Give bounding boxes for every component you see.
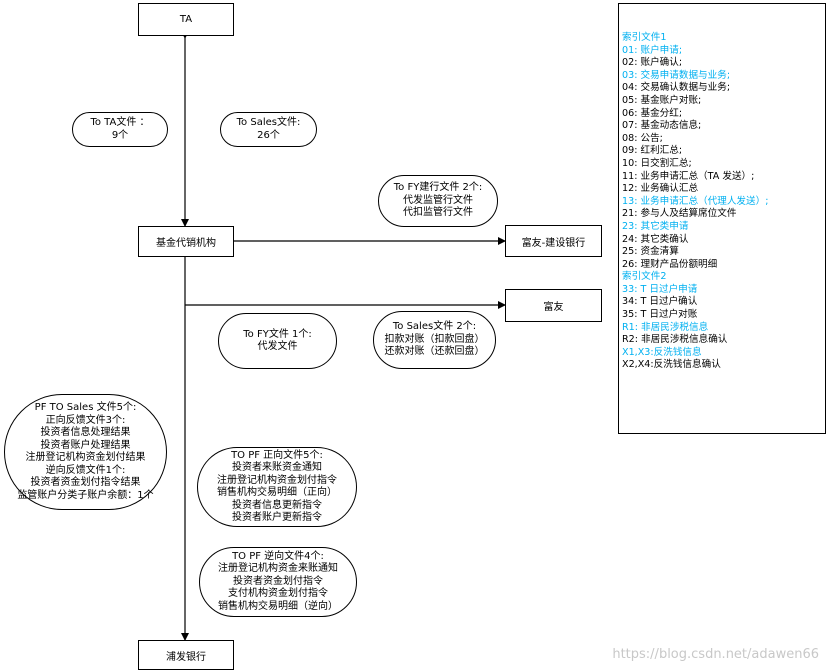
note-line: 26个 xyxy=(257,129,280,141)
note-line: 还款对账（还款回盘） xyxy=(384,346,485,358)
note-line: To Sales文件 2个: xyxy=(392,321,477,333)
index-line: 11: 业务申请汇总（TA 发送）; xyxy=(622,170,755,182)
index-line: X2,X4:反洗钱信息确认 xyxy=(622,359,721,371)
note-line: 投资者来账资金通知 xyxy=(232,462,322,473)
index-line: 21: 参与人及结算席位文件 xyxy=(622,208,737,220)
index-line: 08: 公告; xyxy=(622,132,663,144)
node-fuyou: 富友 xyxy=(505,289,602,322)
node-ta-label: TA xyxy=(179,14,193,25)
note-line: 代发监管行文件 xyxy=(403,194,473,206)
note-line: 扣款对账（扣款回盘） xyxy=(384,333,485,345)
index-line: R1: 非居民涉税信息 xyxy=(622,321,709,333)
note-line: 投资者账户处理结果 xyxy=(40,439,131,451)
node-fuyou-label: 富友 xyxy=(543,302,564,313)
index-line: 23: 其它类申请 xyxy=(622,220,689,232)
watermark: https://blog.csdn.net/adawen66 xyxy=(612,647,819,662)
note-line: 注册登记机构资金来账通知 xyxy=(218,563,338,575)
note-to-sales-from-fy: To Sales文件 2个: 扣款对账（扣款回盘） 还款对账（还款回盘） xyxy=(373,311,496,369)
note-pf-to-sales: PF TO Sales 文件5个: 正向反馈文件3个: 投资者信息处理结果 投资… xyxy=(4,394,167,510)
index-line: 10: 日交割汇总; xyxy=(622,157,692,169)
index-line: 12: 业务确认汇总 xyxy=(622,183,699,195)
note-line: To TA文件 ： xyxy=(90,117,150,128)
note-line: 投资者信息更新指令 xyxy=(232,499,322,511)
node-spdb-label: 浦发银行 xyxy=(166,651,206,663)
note-to-ta: To TA文件 ： 9个 xyxy=(72,112,168,147)
note-line: 销售机构交易明细（正向） xyxy=(217,487,337,498)
note-line: TO PF 正向文件5个: xyxy=(231,449,323,461)
note-to-sales-from-ta: To Sales文件: 26个 xyxy=(220,112,317,147)
note-line: To FY文件 1个: xyxy=(243,328,312,340)
node-fund-agency-label: 基金代销机构 xyxy=(156,238,216,249)
note-line: 销售机构交易明细（逆向） xyxy=(218,600,338,612)
index-line: 04: 交易确认数据与业务; xyxy=(622,82,731,94)
note-to-pf-forward: TO PF 正向文件5个: 投资者来账资金通知 注册登记机构资金划付指令 销售机… xyxy=(197,447,357,527)
note-line: 代扣监管行文件 xyxy=(403,207,473,219)
note-line: 投资者资金划付指令 xyxy=(233,575,323,587)
note-line: 注册登记机构资金划付结果 xyxy=(25,452,146,463)
note-line: 投资者账户更新指令 xyxy=(232,512,322,523)
index-line: 33: T 日过户申请 xyxy=(622,283,698,295)
note-to-fy: To FY文件 1个: 代发文件 xyxy=(218,313,337,369)
note-to-pf-reverse: TO PF 逆向文件4个: 注册登记机构资金来账通知 投资者资金划付指令 支付机… xyxy=(199,547,357,617)
node-fuyou-ccb-label: 富友-建设银行 xyxy=(521,237,586,249)
note-line: 注册登记机构资金划付指令 xyxy=(217,474,337,486)
node-spdb: 浦发银行 xyxy=(138,640,234,670)
index-line: 24: 其它类确认 xyxy=(622,233,689,245)
note-line: 投资者资金划付指令结果 xyxy=(30,477,141,488)
index-line: 26: 理财产品份额明细 xyxy=(622,258,718,270)
note-line: 正向反馈文件3个: xyxy=(45,414,126,426)
index-line: 09: 红利汇总; xyxy=(622,145,683,157)
index-line: X1,X3:反洗钱信息 xyxy=(622,346,702,358)
index-line: 01: 账户申请; xyxy=(622,44,683,56)
index-line: R2: 非居民涉税信息确认 xyxy=(622,334,728,346)
index-line: 34: T 日过户确认 xyxy=(622,296,698,308)
note-to-fy-ccb: To FY建行文件 2个: 代发监管行文件 代扣监管行文件 xyxy=(378,175,498,227)
index-line: 03: 交易申请数据与业务; xyxy=(622,69,731,81)
note-line: 支付机构资金划付指令 xyxy=(228,588,328,600)
note-line: To Sales文件: xyxy=(236,117,301,128)
note-line: 9个 xyxy=(111,129,129,141)
note-line: 逆向反馈文件1个: xyxy=(45,464,126,476)
node-ta: TA xyxy=(138,3,234,36)
index-line: 07: 基金动态信息; xyxy=(622,120,702,132)
index-line: 05: 基金账户对账; xyxy=(622,94,702,106)
index-line: 索引文件2 xyxy=(622,271,667,283)
note-line: To FY建行文件 2个: xyxy=(393,182,483,194)
note-line: 监管账户分类子账户余额：1个 xyxy=(17,489,154,501)
note-line: 代发文件 xyxy=(257,341,298,352)
index-line: 索引文件1 xyxy=(622,32,667,43)
index-line: 13: 业务申请汇总（代理人发送）; xyxy=(622,195,769,207)
note-line: 投资者信息处理结果 xyxy=(40,427,131,438)
node-fund-agency: 基金代销机构 xyxy=(138,226,234,257)
index-line: 25: 资金清算 xyxy=(622,246,679,258)
note-line: TO PF 逆向文件4个: xyxy=(232,550,324,562)
index-file-panel: 索引文件1 01: 账户申请; 02: 账户确认; 03: 交易申请数据与业务; 04:… xyxy=(618,3,826,434)
node-fuyou-ccb: 富友-建设银行 xyxy=(505,225,602,257)
note-line: PF TO Sales 文件5个: xyxy=(34,402,137,413)
index-line: 02: 账户确认; xyxy=(622,57,683,69)
index-line: 06: 基金分红; xyxy=(622,107,683,119)
index-line: 35: T 日过户对账 xyxy=(622,309,698,321)
